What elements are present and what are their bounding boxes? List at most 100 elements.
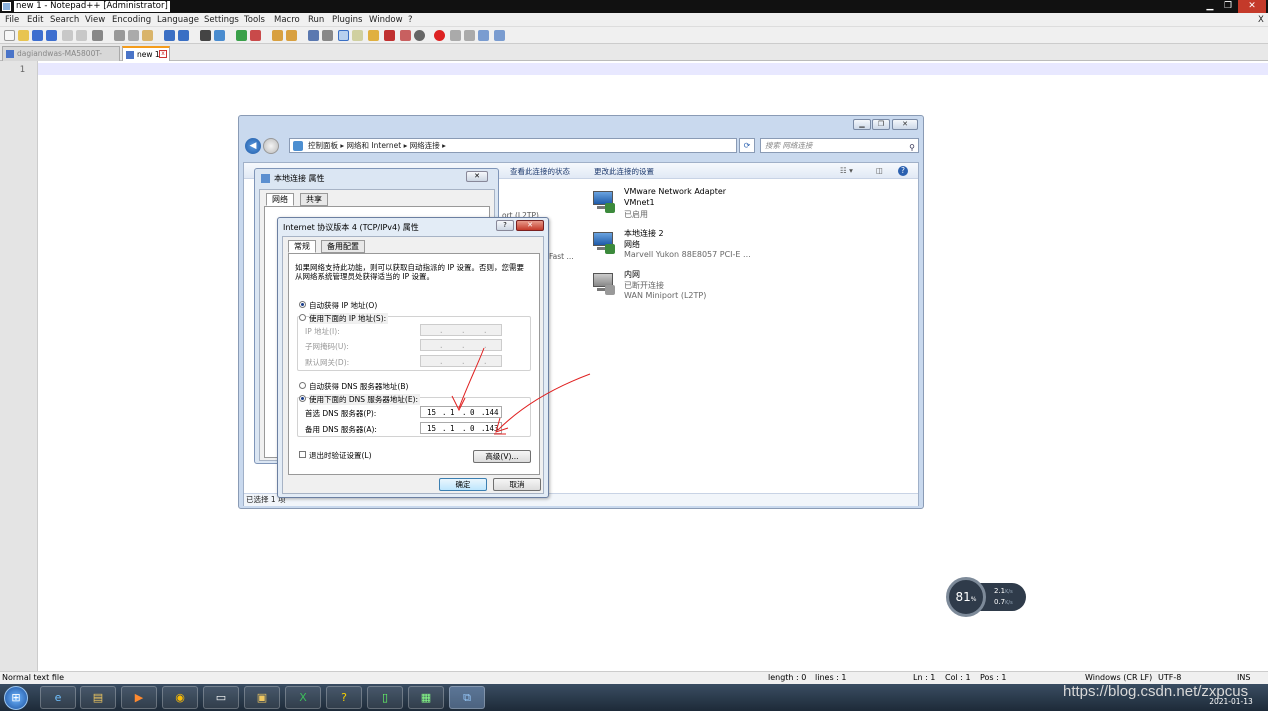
tab-dagiandwas[interactable]: dagiandwas-MA5800T-02.sh2 — [2, 46, 120, 71]
ip-auto-radio[interactable]: 自动获得 IP 地址(O) — [299, 300, 377, 311]
doc-map-icon[interactable] — [368, 30, 379, 41]
terminal-icon[interactable]: ▯ — [367, 686, 403, 709]
explorer-window-icon[interactable]: ▣ — [244, 686, 280, 709]
menu-plugins[interactable]: Plugins — [332, 15, 362, 25]
word-wrap-icon[interactable] — [308, 30, 319, 41]
monitor-icon[interactable]: ▦ — [408, 686, 444, 709]
undo-icon[interactable] — [164, 30, 175, 41]
eol-format[interactable]: Windows (CR LF) — [1085, 673, 1152, 682]
tab-network[interactable]: 网络 — [266, 193, 294, 206]
find-icon[interactable] — [200, 30, 211, 41]
menu-tools[interactable]: Tools — [244, 15, 265, 25]
show-all-chars-icon[interactable] — [322, 30, 333, 41]
close-document-button[interactable]: X — [1258, 15, 1264, 25]
save-macro-icon[interactable] — [494, 30, 505, 41]
print-icon[interactable] — [92, 30, 103, 41]
explorer-minimize-button[interactable]: ▁ — [853, 119, 871, 130]
copy-icon[interactable] — [128, 30, 139, 41]
change-settings-command[interactable]: 更改此连接的设置 — [594, 166, 654, 177]
tab-general[interactable]: 常规 — [288, 240, 316, 253]
insert-mode[interactable]: INS — [1237, 673, 1250, 682]
replace-icon[interactable] — [214, 30, 225, 41]
tab-close-icon[interactable]: x — [159, 50, 167, 58]
dns-manual-radio[interactable]: 使用下面的 DNS 服务器地址(E): — [299, 394, 421, 405]
validate-checkbox[interactable]: 退出时验证设置(L) — [299, 450, 372, 461]
ok-button[interactable]: 确定 — [439, 478, 487, 491]
play-macro-icon[interactable] — [464, 30, 475, 41]
file-explorer-icon[interactable]: ▤ — [80, 686, 116, 709]
network-item-vmware[interactable]: VMware Network Adapter VMnet1 已启用 — [589, 187, 809, 223]
start-button[interactable]: ⊞ — [4, 686, 28, 710]
dns-auto-radio[interactable]: 自动获得 DNS 服务器地址(B) — [299, 381, 408, 392]
save-icon[interactable] — [32, 30, 43, 41]
sync-vertical-icon[interactable] — [272, 30, 283, 41]
menu-encoding[interactable]: Encoding — [112, 15, 151, 25]
language-icon[interactable] — [352, 30, 363, 41]
tab-alternate-config[interactable]: 备用配置 — [321, 240, 365, 253]
maximize-button[interactable]: ❐ — [1219, 0, 1237, 13]
advanced-button[interactable]: 高级(V)... — [473, 450, 531, 463]
redo-icon[interactable] — [178, 30, 189, 41]
adapter-network: VMnet1 — [624, 198, 655, 207]
help-button[interactable]: ? — [496, 220, 514, 231]
run-macro-multiple-icon[interactable] — [478, 30, 489, 41]
help-icon[interactable]: ? — [326, 686, 362, 709]
network-item-intranet[interactable]: 内网 已断开连接 WAN Miniport (L2TP) — [589, 269, 809, 305]
function-list-icon[interactable] — [384, 30, 395, 41]
computer-icon[interactable]: ▭ — [203, 686, 239, 709]
menu-edit[interactable]: Edit — [27, 15, 43, 25]
media-player-icon[interactable]: ▶ — [121, 686, 157, 709]
minimize-button[interactable]: ▁ — [1200, 0, 1220, 13]
ie-icon[interactable]: e — [40, 686, 76, 709]
address-bar[interactable]: 控制面板 ▸ 网络和 Internet ▸ 网络连接 ▸ — [289, 138, 737, 153]
view-status-command[interactable]: 查看此连接的状态 — [510, 166, 570, 177]
new-file-icon[interactable] — [4, 30, 15, 41]
menu-help[interactable]: ? — [408, 15, 413, 25]
help-icon[interactable]: ? — [898, 166, 908, 176]
stop-macro-icon[interactable] — [450, 30, 461, 41]
network-app-icon[interactable]: ⧉ — [449, 686, 485, 709]
menu-language[interactable]: Language — [157, 15, 199, 25]
explorer-maximize-button[interactable]: ❐ — [872, 119, 890, 130]
open-file-icon[interactable] — [18, 30, 29, 41]
save-all-icon[interactable] — [46, 30, 57, 41]
menu-view[interactable]: View — [85, 15, 105, 25]
menu-window[interactable]: Window — [369, 15, 403, 25]
indent-guide-icon[interactable] — [338, 30, 349, 41]
paste-icon[interactable] — [142, 30, 153, 41]
menu-file[interactable]: File — [5, 15, 19, 25]
excel-icon[interactable]: X — [285, 686, 321, 709]
back-arrow-icon[interactable]: ◀ — [245, 138, 261, 154]
close-icon[interactable]: ✕ — [466, 171, 488, 182]
cut-icon[interactable] — [114, 30, 125, 41]
close-all-icon[interactable] — [76, 30, 87, 41]
explorer-close-button[interactable]: ✕ — [892, 119, 918, 130]
menu-run[interactable]: Run — [308, 15, 324, 25]
menu-search[interactable]: Search — [50, 15, 79, 25]
network-item-local-2[interactable]: 本地连接 2 网络 Marvell Yukon 88E8057 PCI-E ..… — [589, 228, 809, 264]
zoom-in-icon[interactable] — [236, 30, 247, 41]
cancel-button[interactable]: 取消 — [493, 478, 541, 491]
folder-workspace-icon[interactable] — [400, 30, 411, 41]
tab-new-1[interactable]: new 1 x — [122, 46, 170, 61]
network-icon — [261, 174, 270, 183]
forward-arrow-icon[interactable] — [263, 138, 279, 154]
refresh-icon[interactable]: ⟳ — [739, 138, 755, 153]
monitoring-icon[interactable] — [414, 30, 425, 41]
ip-manual-radio[interactable]: 使用下面的 IP 地址(S): — [299, 313, 389, 324]
tab-sharing[interactable]: 共享 — [300, 193, 328, 206]
sync-horizontal-icon[interactable] — [286, 30, 297, 41]
menu-macro[interactable]: Macro — [274, 15, 300, 25]
search-input[interactable]: 搜索 网络连接 ⚲ — [760, 138, 919, 153]
close-button[interactable]: ✕ — [1238, 0, 1266, 13]
close-icon[interactable] — [62, 30, 73, 41]
record-macro-icon[interactable] — [434, 30, 445, 41]
encoding[interactable]: UTF-8 — [1158, 673, 1181, 682]
view-options-icon[interactable]: ☷ ▾ — [840, 166, 853, 175]
preview-pane-icon[interactable]: ◫ — [876, 166, 883, 175]
network-speed-widget[interactable]: 2.1K/s 0.7K/s 81% — [946, 577, 1026, 617]
menu-settings[interactable]: Settings — [204, 15, 239, 25]
close-button[interactable]: ✕ — [516, 220, 544, 231]
chrome-icon[interactable]: ◉ — [162, 686, 198, 709]
zoom-out-icon[interactable] — [250, 30, 261, 41]
